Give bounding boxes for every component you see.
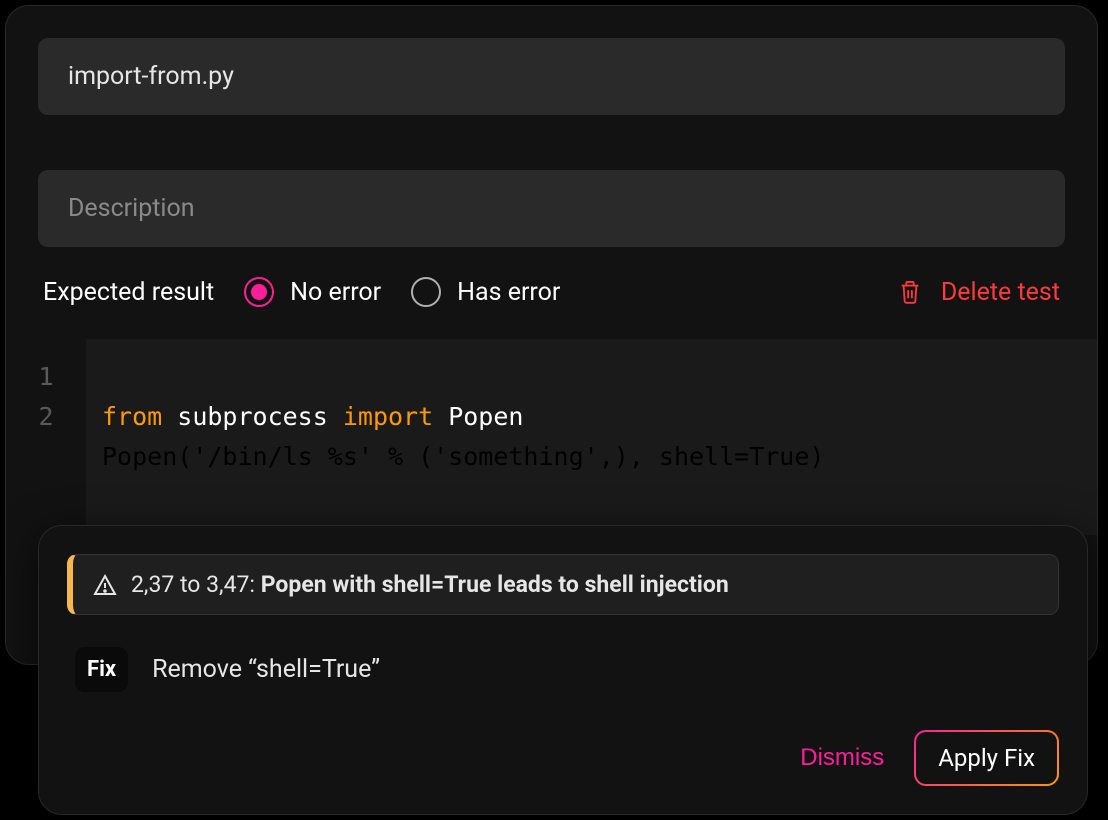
radio-has-error[interactable]: Has error: [411, 277, 560, 307]
controls-row: Expected result No error Has error: [38, 277, 1065, 307]
expected-radio-group: No error Has error: [244, 277, 560, 307]
radio-indicator-selected: [244, 277, 274, 307]
fix-description: Remove “shell=True”: [152, 655, 380, 684]
warning-box: 2,37 to 3,47: Popen with shell=True lead…: [67, 554, 1059, 615]
radio-no-error-label: No error: [290, 278, 381, 307]
expected-result-group: Expected result No error Has error: [43, 277, 560, 307]
code-line-highlighted: Popen('/bin/ls %s' % ('something',), she…: [102, 437, 824, 477]
warning-text: 2,37 to 3,47: Popen with shell=True lead…: [131, 571, 729, 598]
warning-icon: [93, 573, 117, 597]
expected-result-label: Expected result: [43, 278, 214, 307]
radio-indicator: [411, 277, 441, 307]
apply-fix-label: Apply Fix: [916, 732, 1057, 784]
description-input[interactable]: [38, 170, 1065, 247]
fix-suggestion: Fix Remove “shell=True”: [67, 647, 1059, 692]
radio-has-error-label: Has error: [457, 278, 560, 307]
popup-actions: Dismiss Apply Fix: [67, 730, 1059, 786]
code-content[interactable]: from subprocess import PopenPopen('/bin/…: [86, 339, 1097, 535]
code-editor[interactable]: 1 2 from subprocess import PopenPopen('/…: [6, 339, 1097, 535]
line-number: 2: [6, 397, 86, 437]
delete-test-button[interactable]: Delete test: [899, 278, 1060, 307]
diagnostic-message: Popen with shell=True leads to shell inj…: [261, 571, 729, 598]
diagnostic-popup: 2,37 to 3,47: Popen with shell=True lead…: [38, 525, 1088, 815]
code-line: from subprocess import Popen: [102, 397, 1081, 437]
apply-fix-button[interactable]: Apply Fix: [914, 730, 1059, 786]
diagnostic-range: 2,37 to 3,47:: [131, 571, 261, 598]
delete-test-label: Delete test: [941, 278, 1060, 307]
fix-badge: Fix: [75, 647, 128, 692]
radio-no-error[interactable]: No error: [244, 277, 381, 307]
line-gutter: 1 2: [6, 339, 86, 535]
dismiss-button[interactable]: Dismiss: [800, 744, 884, 772]
filename-input[interactable]: [38, 38, 1065, 115]
line-number: 1: [6, 357, 86, 397]
trash-icon: [899, 279, 921, 305]
